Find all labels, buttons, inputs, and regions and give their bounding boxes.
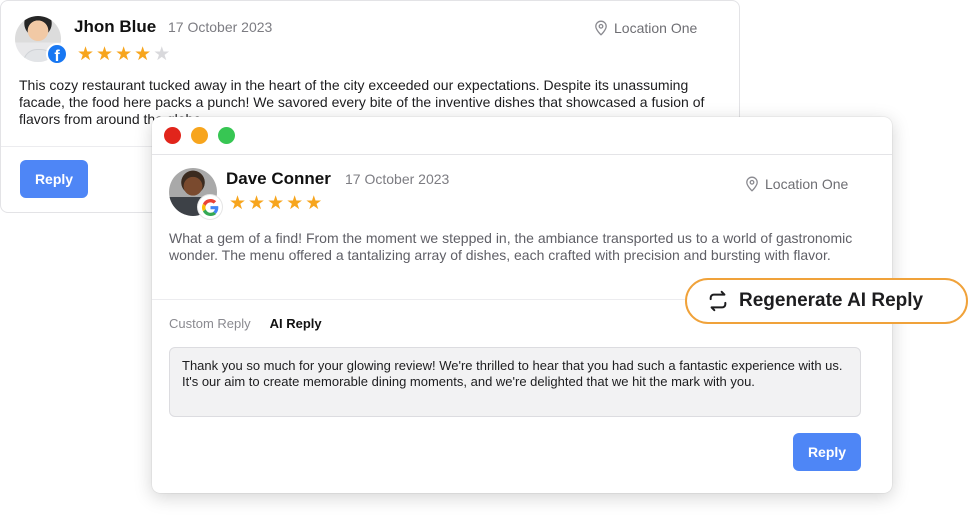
star-icon: ★	[267, 193, 285, 214]
ai-reply-textarea[interactable]: Thank you so much for your glowing revie…	[169, 347, 861, 417]
review-date: 17 October 2023	[168, 19, 273, 35]
location-label: Location One	[594, 20, 697, 36]
location-label: Location One	[745, 176, 848, 192]
reply-button[interactable]: Reply	[793, 433, 861, 471]
star-icon: ★	[96, 44, 114, 65]
location-text: Location One	[614, 20, 698, 36]
reviewer-avatar-wrap	[169, 168, 222, 219]
regenerate-ai-reply-button[interactable]: Regenerate AI Reply	[685, 278, 968, 324]
reviewer-name: Dave Conner	[226, 169, 331, 188]
regenerate-label: Regenerate AI Reply	[739, 290, 924, 311]
star-icon: ★	[77, 44, 95, 65]
google-icon	[198, 195, 222, 219]
close-window-button[interactable]	[164, 127, 181, 144]
star-icon: ★	[286, 193, 304, 214]
reply-button[interactable]: Reply	[20, 160, 88, 198]
regenerate-icon	[709, 290, 727, 312]
star-icon: ★	[229, 193, 247, 214]
minimize-window-button[interactable]	[191, 127, 208, 144]
facebook-icon: f	[46, 43, 68, 65]
reviewer-name: Jhon Blue	[74, 17, 157, 36]
star-icon: ★	[134, 44, 152, 65]
star-rating: ★ ★ ★ ★ ★	[77, 45, 170, 64]
star-icon: ★	[153, 44, 171, 65]
star-icon: ★	[305, 193, 323, 214]
star-icon: ★	[248, 193, 266, 214]
star-rating: ★ ★ ★ ★ ★	[229, 194, 322, 213]
review-date: 17 October 2023	[345, 171, 450, 187]
location-pin-icon	[746, 176, 758, 192]
location-text: Location One	[765, 176, 849, 192]
stage: f Jhon Blue 17 October 2023 Location One…	[0, 0, 969, 520]
star-icon: ★	[115, 44, 133, 65]
tab-ai-reply[interactable]: AI Reply	[270, 316, 322, 331]
tab-custom-reply[interactable]: Custom Reply	[169, 316, 251, 331]
reviewer-avatar-wrap: f	[15, 16, 68, 65]
window-titlebar	[152, 117, 892, 155]
review-text: What a gem of a find! From the moment we…	[169, 230, 853, 263]
maximize-window-button[interactable]	[218, 127, 235, 144]
reply-tabs: Custom Reply AI Reply	[169, 316, 322, 331]
location-pin-icon	[595, 20, 607, 36]
